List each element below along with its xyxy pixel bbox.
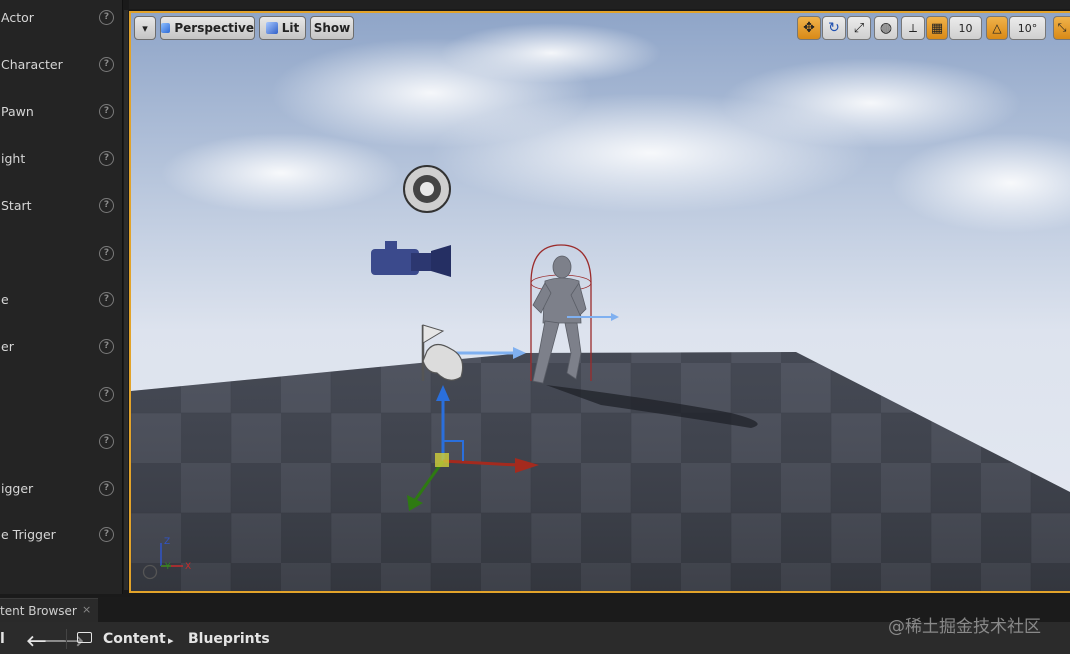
surface-snap-icon: ⟂: [908, 20, 917, 35]
grid-snap-value: 10: [958, 21, 973, 35]
help-icon[interactable]: ?: [99, 246, 114, 261]
chevron-down-icon: ▾: [142, 21, 148, 35]
panel-item-label: er: [1, 339, 14, 354]
panel-item-pawn[interactable]: Pawn ?: [0, 88, 122, 135]
axis-y-label: Y: [164, 562, 171, 572]
cloud: [721, 58, 1021, 148]
rotation-snap-toggle[interactable]: △: [986, 16, 1008, 40]
panel-item-10[interactable]: ?: [0, 418, 122, 465]
help-icon[interactable]: ?: [99, 198, 114, 213]
cube-icon: [265, 22, 278, 34]
panel-item-7[interactable]: e ?: [0, 276, 122, 323]
grid-snap-value-dropdown[interactable]: 10: [949, 16, 982, 40]
move-icon: ✥: [803, 20, 815, 36]
scene-svg: Z Y X: [131, 23, 1070, 591]
top-strip: [129, 0, 1070, 9]
rotation-snap-value: 10°: [1017, 21, 1038, 35]
scale-mode-button[interactable]: ⤢: [847, 16, 871, 40]
grid-snap-toggle[interactable]: ▦: [926, 16, 948, 40]
surface-snapping-button[interactable]: ⟂: [901, 16, 925, 40]
cloud: [161, 133, 401, 213]
globe-icon: ◍: [879, 20, 893, 36]
rotate-icon: ↻: [828, 20, 840, 36]
rotation-snap-value-dropdown[interactable]: 10°: [1009, 16, 1046, 40]
folder-icon: [77, 632, 92, 643]
help-icon[interactable]: ?: [99, 292, 114, 307]
help-icon[interactable]: ?: [99, 151, 114, 166]
tab-label: tent Browser: [0, 603, 77, 618]
grid-icon: ▦: [930, 20, 944, 36]
panel-item-label: Actor: [1, 10, 34, 25]
help-icon[interactable]: ?: [99, 387, 114, 402]
breadcrumb-content[interactable]: Content: [103, 631, 166, 647]
help-icon[interactable]: ?: [99, 527, 114, 542]
panel-item-label: Start: [1, 198, 32, 213]
axis-x-label: X: [185, 562, 191, 572]
perspective-label: Perspective: [174, 21, 254, 35]
help-icon[interactable]: ?: [99, 57, 114, 72]
arrow-head: [611, 313, 619, 321]
place-actors-panel: Actor ? Character ? Pawn ? ight ? Start …: [0, 0, 123, 594]
level-viewport[interactable]: Z Y X: [129, 11, 1070, 593]
angle-icon: △: [992, 21, 1002, 35]
scale-icon: ⤢: [853, 20, 865, 36]
perspective-icon: [161, 23, 171, 33]
tab-content-browser[interactable]: tent Browser ×: [0, 598, 98, 622]
panel-item-label: e: [1, 292, 9, 307]
scale-snap-icon: ⤡: [1057, 21, 1067, 34]
cloud: [891, 133, 1070, 233]
panel-item-6[interactable]: ?: [0, 230, 122, 277]
floor-shade: [131, 352, 1070, 591]
breadcrumb-separator: ▸: [168, 634, 174, 647]
panel-scrollbar[interactable]: [124, 10, 128, 590]
cloud: [441, 23, 661, 83]
panel-item-9[interactable]: ?: [0, 371, 122, 418]
panel-item-label: Pawn: [1, 104, 34, 119]
watermark: @稀土掘金技术社区: [888, 617, 1041, 637]
scale-snap-toggle[interactable]: ⤡: [1053, 16, 1070, 40]
panel-item-label: e Trigger: [1, 527, 56, 542]
panel-item-label: ight: [1, 151, 26, 166]
nav-left-fragment[interactable]: l: [0, 631, 5, 647]
camera-icon[interactable]: [371, 241, 451, 277]
sphere-highlight: [420, 182, 434, 196]
panel-item-player-start[interactable]: Start ?: [0, 182, 122, 229]
coordinate-system-button[interactable]: ◍: [874, 16, 898, 40]
view-mode-lit-button[interactable]: Lit: [259, 16, 306, 40]
panel-item-label: igger: [1, 481, 34, 496]
panel-item-label: Character: [1, 57, 63, 72]
divider: [66, 629, 67, 649]
viewport-options-button[interactable]: ▾: [134, 16, 156, 40]
perspective-button[interactable]: Perspective: [160, 16, 255, 40]
translate-mode-button[interactable]: ✥: [797, 16, 821, 40]
panel-item-trigger[interactable]: igger ?: [0, 465, 122, 512]
rotate-mode-button[interactable]: ↻: [822, 16, 846, 40]
axis-z-label: Z: [164, 537, 170, 547]
help-icon[interactable]: ?: [99, 104, 114, 119]
panel-item-character[interactable]: Character ?: [0, 41, 122, 88]
help-icon[interactable]: ?: [99, 434, 114, 449]
panel-item-light[interactable]: ight ?: [0, 135, 122, 182]
lit-label: Lit: [281, 21, 300, 35]
panel-item-8[interactable]: er ?: [0, 323, 122, 370]
panel-item-actor[interactable]: Actor ?: [0, 0, 122, 41]
help-icon[interactable]: ?: [99, 481, 114, 496]
help-icon[interactable]: ?: [99, 10, 114, 25]
help-icon[interactable]: ?: [99, 339, 114, 354]
breadcrumb-blueprints[interactable]: Blueprints: [188, 631, 270, 647]
close-icon[interactable]: ×: [82, 603, 91, 616]
show-label: Show: [313, 21, 351, 35]
panel-item-sphere-trigger[interactable]: e Trigger ?: [0, 511, 122, 558]
show-button[interactable]: Show: [310, 16, 354, 40]
